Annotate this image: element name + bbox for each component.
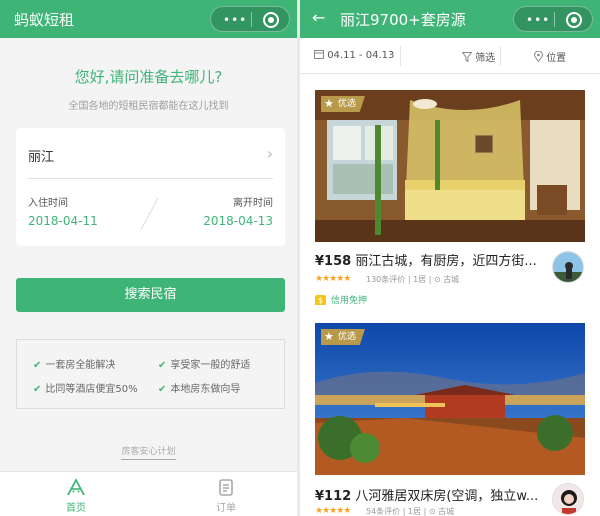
listing-meta: 130条评价 | 1居 | ⊙ 古城: [366, 275, 460, 284]
capsule-divider: [251, 12, 252, 27]
nav-bar: 蚂蚁短租 •••: [0, 0, 297, 38]
tab-orders-label: 订单: [216, 503, 236, 514]
check-icon: ✔: [158, 360, 167, 371]
location-pin-icon: [533, 50, 544, 63]
location-pin-icon: ⊙: [428, 507, 436, 516]
more-menu-icon[interactable]: •••: [223, 13, 247, 27]
checkout-label: 离开时间: [233, 198, 273, 209]
tab-bar: 首页 订单: [0, 471, 297, 516]
filter-label: 筛选: [475, 53, 496, 64]
location-pin-icon: ⊙: [433, 275, 441, 284]
listing-title: 八河雅居双床房(空调，独立w...: [355, 489, 539, 504]
check-icon: ✔: [33, 384, 42, 395]
host-photo: [553, 484, 583, 514]
date-range-text: 04.11 - 04.13: [327, 50, 395, 61]
back-arrow-icon[interactable]: ←: [312, 8, 325, 27]
filter-bar: 04.11 - 04.13 筛选 位置: [300, 38, 600, 74]
divider: [28, 178, 273, 179]
host-avatar[interactable]: [552, 251, 584, 283]
room-count: 1居: [407, 507, 422, 516]
feature-box: ✔ 一套房全能解决 ✔ 享受家一般的舒适 ✔ 比同等酒店便宜50% ✔ 本地房东做向导: [16, 339, 285, 409]
guest-protection-plan: 房客安心计划: [0, 444, 297, 460]
badge-text: 优选: [338, 99, 357, 109]
listing-price: ¥158: [315, 254, 352, 269]
filter-button[interactable]: 筛选: [461, 49, 496, 64]
tab-orders[interactable]: 订单: [196, 477, 256, 514]
nav-bar: ← 丽江9700+套房源 •••: [300, 0, 600, 38]
app-title: 蚂蚁短租: [14, 11, 75, 29]
feature-text: 一套房全能解决: [45, 360, 116, 371]
room-count: 1居: [413, 275, 427, 284]
tab-home[interactable]: 首页: [46, 477, 106, 514]
listing-card[interactable]: ★ 优选 ¥158 丽江古城，有厨房，近四方街... ★★★★★ 130条评价 |…: [300, 74, 600, 324]
miniapp-capsule: •••: [513, 6, 593, 32]
miniapp-capsule: •••: [210, 6, 290, 32]
listing-photo[interactable]: ★ 优选: [315, 90, 585, 242]
subgreeting-text: 全国各地的短租民宿都能在这儿找到: [68, 101, 229, 112]
area-name: 古城: [443, 275, 460, 284]
close-miniapp-icon[interactable]: [263, 12, 279, 28]
feature-item: ✔ 一套房全能解决: [33, 356, 115, 371]
plan-link[interactable]: 房客安心计划: [121, 447, 176, 460]
search-card: 丽江 › 入住时间 2018-04-11 离开时间 2018-04-13: [16, 128, 285, 246]
listing-card[interactable]: ★ 优选 ¥112 八河雅居双床房(空调，独立w... ★★★★★ 54条评价 |…: [300, 305, 600, 516]
feature-item: ✔ 比同等酒店便宜50%: [33, 380, 138, 395]
chevron-right-icon[interactable]: ›: [267, 144, 273, 163]
review-count: 54条评价: [366, 507, 401, 516]
star-icon: ★: [324, 330, 334, 343]
filter-icon: [461, 52, 473, 63]
location-button[interactable]: 位置: [533, 49, 567, 64]
listing-title-line: ¥112 八河雅居双床房(空调，独立w...: [315, 485, 538, 504]
listing-title-line: ¥158 丽江古城，有厨房，近四方街...: [315, 250, 537, 269]
home-screen: 蚂蚁短租 ••• 您好,请问准备去哪儿? 全国各地的短租民宿都能在这儿找到 丽江…: [0, 0, 297, 516]
preferred-badge: ★ 优选: [321, 96, 365, 112]
feature-text: 享受家一般的舒适: [170, 360, 251, 371]
checkin-date[interactable]: 2018-04-11: [28, 214, 98, 228]
feature-text: 比同等酒店便宜50%: [45, 384, 138, 395]
feature-item: ✔ 享受家一般的舒适: [158, 356, 250, 371]
divider: [500, 46, 501, 66]
check-icon: ✔: [33, 360, 42, 371]
orders-icon: [219, 479, 233, 496]
host-avatar[interactable]: [552, 483, 584, 515]
location-label: 位置: [546, 53, 567, 64]
divider: [400, 46, 401, 66]
tab-home-label: 首页: [66, 503, 86, 514]
greeting-text: 您好,请问准备去哪儿?: [74, 68, 223, 86]
checkin-label: 入住时间: [28, 198, 68, 209]
checkout-date[interactable]: 2018-04-13: [203, 214, 273, 228]
date-filter[interactable]: 04.11 - 04.13: [314, 49, 394, 61]
city-selector[interactable]: 丽江: [28, 146, 54, 165]
search-homestay-button[interactable]: 搜索民宿: [16, 278, 285, 312]
preferred-badge: ★ 优选: [321, 329, 365, 345]
results-title: 丽江9700+套房源: [340, 11, 466, 29]
capsule-divider: [554, 12, 555, 27]
close-miniapp-icon[interactable]: [566, 12, 582, 28]
review-count: 130条评价: [366, 275, 406, 284]
badge-text: 优选: [338, 332, 357, 342]
check-icon: ✔: [158, 384, 167, 395]
listing-title: 丽江古城，有厨房，近四方街...: [355, 254, 537, 269]
listing-photo[interactable]: ★ 优选: [315, 323, 585, 475]
feature-item: ✔ 本地房东做向导: [158, 380, 240, 395]
rating-stars: ★★★★★: [315, 274, 351, 284]
star-icon: ★: [324, 97, 334, 110]
more-menu-icon[interactable]: •••: [526, 13, 550, 27]
date-separator: [140, 197, 159, 231]
terrace-image: [315, 323, 585, 475]
listing-screen: ← 丽江9700+套房源 ••• 04.11 - 04.13 筛选 位置 ★ 优…: [300, 0, 600, 516]
host-photo: [553, 252, 583, 282]
listing-price: ¥112: [315, 489, 352, 504]
bedroom-image: [315, 90, 585, 242]
home-icon: [67, 478, 85, 496]
listing-meta: 54条评价 | 1居 | ⊙ 古城: [366, 507, 455, 516]
feature-text: 本地房东做向导: [170, 384, 241, 395]
area-name: 古城: [438, 507, 455, 516]
calendar-icon: [314, 50, 324, 59]
rating-stars: ★★★★★: [315, 506, 351, 516]
